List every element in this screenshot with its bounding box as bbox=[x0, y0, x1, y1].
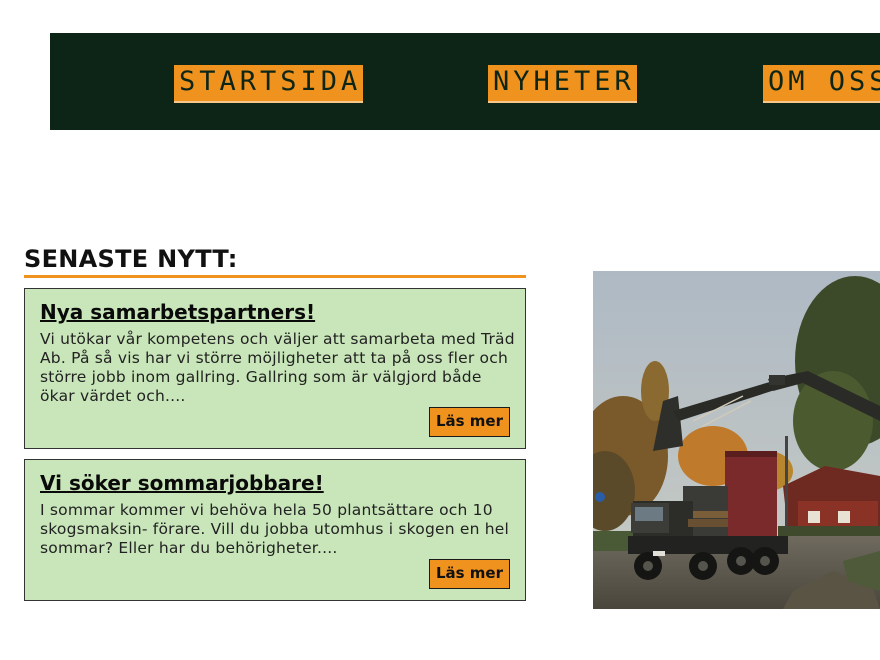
news-card-excerpt: Vi utökar vår kompetens och väljer att s… bbox=[40, 330, 515, 405]
news-card-title[interactable]: Vi söker sommarjobbare! bbox=[40, 470, 324, 496]
nav-link-startsida[interactable]: STARTSIDA bbox=[174, 65, 364, 103]
news-card: Nya samarbetspartners! Vi utökar vår kom… bbox=[24, 288, 526, 449]
news-card-title[interactable]: Nya samarbetspartners! bbox=[40, 299, 315, 325]
news-card-excerpt: I sommar kommer vi behöva hela 50 plants… bbox=[40, 501, 510, 557]
forestry-truck-photo bbox=[593, 271, 880, 609]
read-more-button[interactable]: Läs mer bbox=[428, 407, 510, 437]
news-card: Vi söker sommarjobbare! I sommar kommer … bbox=[24, 459, 526, 601]
main-navigation: STARTSIDA NYHETER OM OSS bbox=[50, 33, 880, 130]
nav-link-nyheter[interactable]: NYHETER bbox=[488, 65, 637, 103]
news-section-heading: SENASTE NYTT: bbox=[24, 243, 526, 278]
read-more-button[interactable]: Läs mer bbox=[428, 559, 510, 589]
nav-link-om-oss[interactable]: OM OSS bbox=[763, 65, 880, 103]
